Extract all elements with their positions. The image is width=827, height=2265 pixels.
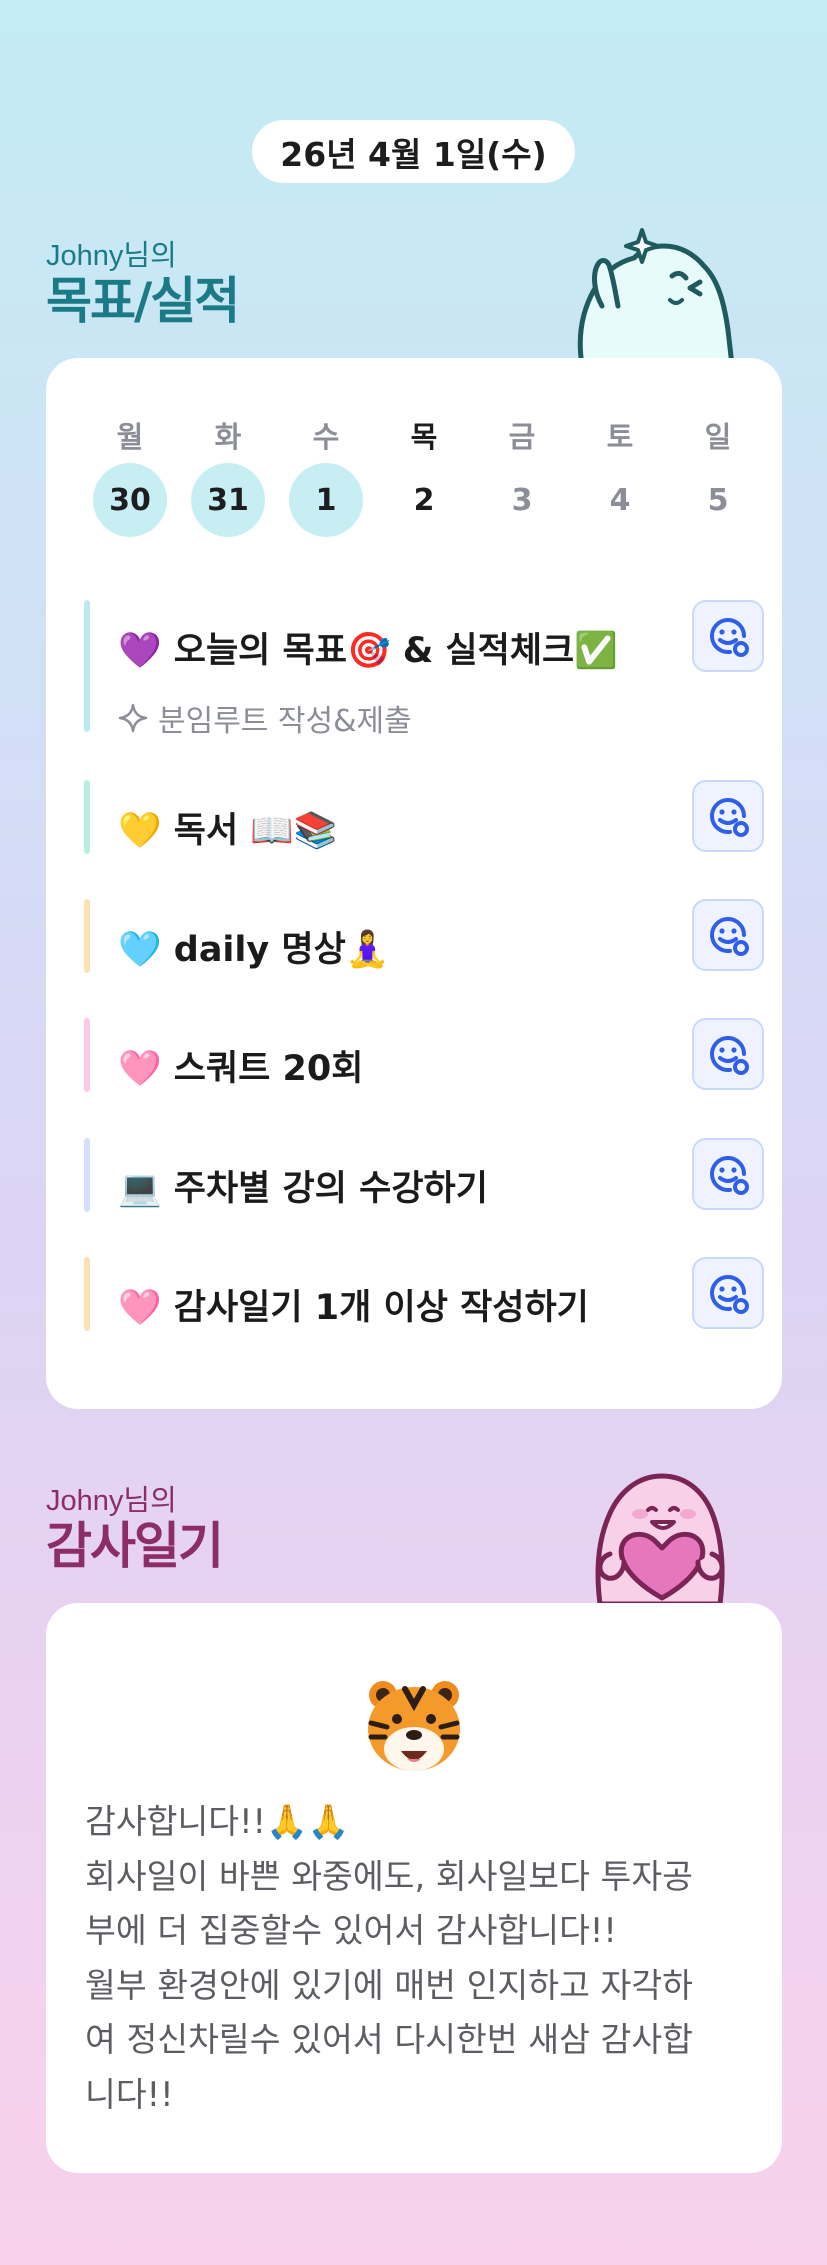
day-fri[interactable]: 금 3 [473, 420, 571, 537]
reaction-button[interactable] [692, 899, 764, 971]
smiley-add-icon [710, 618, 749, 657]
sparkle-icon [118, 703, 148, 733]
task-item[interactable]: 💛 독서 📖📚 [84, 780, 764, 854]
day-sun[interactable]: 일 5 [669, 420, 767, 537]
smiley-add-icon [710, 1156, 749, 1195]
task-color-bar [84, 1138, 90, 1212]
day-date: 5 [707, 482, 729, 518]
task-item[interactable]: 💜 오늘의 목표🎯 & 실적체크✅ 분임루트 작성&제출 [84, 600, 764, 739]
day-sat[interactable]: 토 4 [571, 420, 669, 537]
smiley-add-icon [710, 917, 749, 956]
day-name: 금 [508, 420, 536, 454]
day-name: 일 [704, 420, 732, 454]
reaction-button[interactable] [692, 1018, 764, 1090]
task-color-bar [84, 1257, 90, 1331]
thanks-title: 감사일기 [46, 1517, 224, 1575]
reaction-button[interactable] [692, 1138, 764, 1210]
reaction-button[interactable] [692, 600, 764, 672]
date-pill[interactable]: 26년 4월 1일(수) [252, 120, 575, 183]
task-subtitle: 분임루트 작성&제출 [158, 704, 412, 739]
task-title: 🩷 감사일기 1개 이상 작성하기 [118, 1288, 589, 1328]
task-title: 💻 주차별 강의 수강하기 [118, 1169, 488, 1209]
day-name: 토 [606, 420, 634, 454]
day-name: 목 [410, 420, 438, 454]
day-mon[interactable]: 월 30 [81, 420, 179, 537]
thanks-entry-text: 감사합니다!!🙏🙏 회사일이 바쁜 와중에도, 회사일보다 투자공 부에 더 집… [85, 1802, 694, 2114]
day-name: 화 [214, 420, 242, 454]
task-title: 🩷 스쿼트 20회 [118, 1049, 364, 1089]
pink-mascot-heart-illustration [595, 1473, 725, 1604]
task-title: 💜 오늘의 목표🎯 & 실적체크✅ [118, 631, 618, 671]
reaction-button[interactable] [692, 780, 764, 852]
task-color-bar [84, 600, 90, 732]
smiley-add-icon [710, 1275, 749, 1314]
goals-card: 월 30 화 31 수 1 목 2 금 3 토 4 일 5 💜 오늘의 목표🎯 … [46, 358, 782, 1409]
task-color-bar [84, 899, 90, 973]
day-tue[interactable]: 화 31 [179, 420, 277, 537]
week-selector: 월 30 화 31 수 1 목 2 금 3 토 4 일 5 [81, 420, 767, 537]
ghost-mascot-illustration [577, 228, 735, 365]
tiger-face-icon [368, 1681, 460, 1771]
day-date: 3 [511, 482, 533, 518]
smiley-add-icon [710, 798, 749, 837]
day-date: 4 [609, 482, 631, 518]
reaction-button[interactable] [692, 1257, 764, 1329]
task-item[interactable]: 🩷 감사일기 1개 이상 작성하기 [84, 1257, 764, 1331]
day-date: 2 [413, 482, 435, 518]
day-wed[interactable]: 수 1 [277, 420, 375, 537]
task-item[interactable]: 🩷 스쿼트 20회 [84, 1018, 764, 1092]
smiley-add-icon [710, 1036, 749, 1075]
thanks-user-label: Johny님의 [46, 1485, 177, 1517]
thanks-card: 감사합니다!!🙏🙏 회사일이 바쁜 와중에도, 회사일보다 투자공 부에 더 집… [46, 1603, 782, 2173]
goals-section-heading: Johny님의 목표/실적 [46, 232, 240, 330]
task-title: 🩵 daily 명상🧘‍♀️ [118, 930, 390, 970]
task-title: 💛 독서 📖📚 [118, 811, 338, 851]
task-color-bar [84, 1018, 90, 1092]
task-color-bar [84, 780, 90, 854]
goals-user-label: Johny님의 [46, 240, 177, 272]
day-name: 월 [116, 420, 144, 454]
day-date: 30 [93, 463, 167, 537]
goals-title: 목표/실적 [46, 272, 240, 330]
task-item[interactable]: 🩵 daily 명상🧘‍♀️ [84, 899, 764, 973]
thanks-section-heading: Johny님의 감사일기 [46, 1477, 224, 1575]
day-thu[interactable]: 목 2 [375, 420, 473, 537]
day-name: 수 [312, 420, 340, 454]
task-item[interactable]: 💻 주차별 강의 수강하기 [84, 1138, 764, 1212]
day-date: 1 [289, 463, 363, 537]
task-subtitle-row: 분임루트 작성&제출 [118, 696, 412, 740]
day-date: 31 [191, 463, 265, 537]
